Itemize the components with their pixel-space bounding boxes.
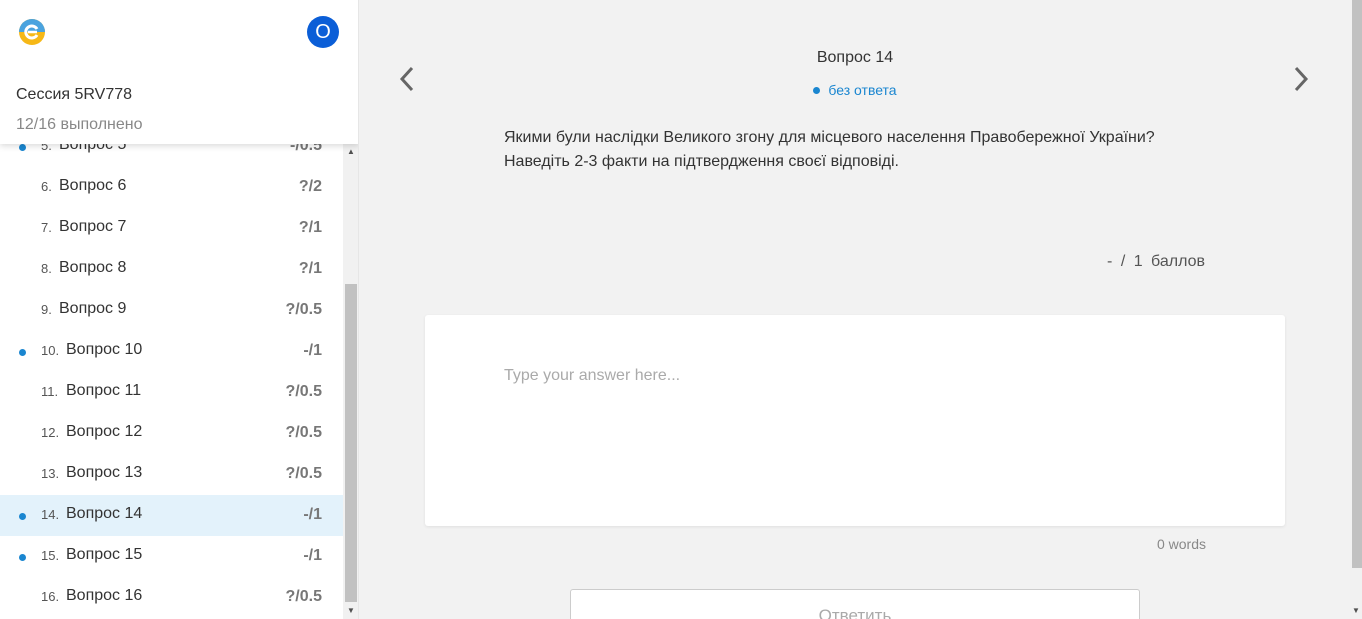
question-list-item[interactable]: 12. Вопрос 12 ?/0.5 [0,413,343,454]
question-list-item[interactable]: 7. Вопрос 7 ?/1 [0,208,343,249]
question-score: ?/0.5 [285,588,322,605]
avatar[interactable]: O [307,16,339,48]
question-score: -/1 [303,342,322,359]
scroll-down-arrow-icon[interactable]: ▼ [343,603,358,619]
app-logo-icon[interactable] [18,18,46,46]
session-progress: 12/16 выполнено [16,116,143,133]
session-title: Сессия 5RV778 [16,86,133,103]
question-list: 5. Вопрос 5 -/0.5 6. Вопрос 6 ?/2 7. Вопрос 7 ?/… [0,126,343,618]
question-number: 11. [41,384,59,399]
question-number: 9. [41,302,52,317]
question-list-item[interactable]: 9. Вопрос 9 ?/0.5 [0,290,343,331]
question-score: -/1 [303,506,322,523]
sidebar-header: O Сессия 5RV778 12/16 выполнено [0,0,358,144]
question-list-item[interactable]: 11. Вопрос 11 ?/0.5 [0,372,343,413]
question-number: 8. [41,261,52,276]
chevron-right-icon [1294,66,1309,92]
question-status: без ответа [360,82,1350,98]
question-score: ?/0.5 [285,383,322,400]
question-label: Вопрос 7 [59,218,127,235]
question-label: Вопрос 14 [66,505,143,522]
sidebar: 5. Вопрос 5 -/0.5 6. Вопрос 6 ?/2 7. Вопрос 7 ?/… [0,0,359,619]
answer-input[interactable] [504,367,1204,385]
question-list-item[interactable]: 15. Вопрос 15 -/1 [0,536,343,577]
question-label: Вопрос 13 [66,464,143,481]
answer-box[interactable] [425,315,1285,526]
question-list-item[interactable]: 10. Вопрос 10 -/1 [0,331,343,372]
question-score: ?/1 [298,219,322,236]
question-list-item[interactable]: 14. Вопрос 14 -/1 [0,495,343,536]
main-panel: Вопрос 14 без ответа Якими були наслідки… [360,0,1350,619]
status-text: без ответа [828,82,897,98]
question-score: ?/0.5 [285,301,322,318]
question-number: 7. [41,220,52,235]
question-text: Якими були наслідки Великого згону для м… [504,126,1204,174]
question-number: 6. [41,179,52,194]
question-score: ?/0.5 [285,424,322,441]
answered-dot-icon [19,143,26,151]
page-scroll-down-arrow-icon[interactable]: ▼ [1350,605,1362,617]
answered-dot-icon [19,553,26,561]
sidebar-scroll-thumb[interactable] [345,284,357,602]
word-count: 0 words [1156,536,1206,552]
submit-answer-button[interactable]: Ответить [570,589,1140,619]
question-score: -/1 [303,547,322,564]
answered-dot-icon [19,512,26,520]
scroll-up-arrow-icon[interactable]: ▲ [343,144,358,160]
question-text-line: Наведіть 2-3 факти на підтвердження своє… [504,153,899,170]
page-scroll-thumb[interactable] [1352,0,1362,568]
question-list-item[interactable]: 8. Вопрос 8 ?/1 [0,249,343,290]
question-title: Вопрос 14 [816,49,894,66]
question-number: 15. [41,548,60,563]
question-label: Вопрос 10 [66,341,143,358]
page-scrollbar[interactable]: ▼ [1350,0,1362,619]
question-label: Вопрос 16 [66,587,143,604]
question-label: Вопрос 11 [66,382,142,399]
question-text-line: Якими були наслідки Великого згону для м… [504,129,1155,146]
status-dot-icon [813,86,821,94]
question-list-item[interactable]: 16. Вопрос 16 ?/0.5 [0,577,343,618]
answered-dot-icon [19,348,26,356]
question-score: ?/2 [298,178,322,195]
question-number: 13. [41,466,60,481]
question-label: Вопрос 15 [66,546,143,563]
question-list-item[interactable]: 13. Вопрос 13 ?/0.5 [0,454,343,495]
question-number: 12. [41,425,60,440]
question-number: 14. [41,507,60,522]
sidebar-scrollbar[interactable]: ▲ ▼ [343,144,358,619]
question-label: Вопрос 6 [59,177,127,194]
question-list-item[interactable]: 6. Вопрос 6 ?/2 [0,167,343,208]
next-question-button[interactable] [1288,62,1312,96]
question-score: ?/1 [298,260,322,277]
question-score: ?/0.5 [285,465,322,482]
question-number: 10. [41,343,60,358]
question-label: Вопрос 12 [66,423,143,440]
question-number: 16. [41,589,60,604]
question-label: Вопрос 8 [59,259,127,276]
question-label: Вопрос 9 [59,300,127,317]
points-label: - / 1 баллов [1107,253,1205,270]
